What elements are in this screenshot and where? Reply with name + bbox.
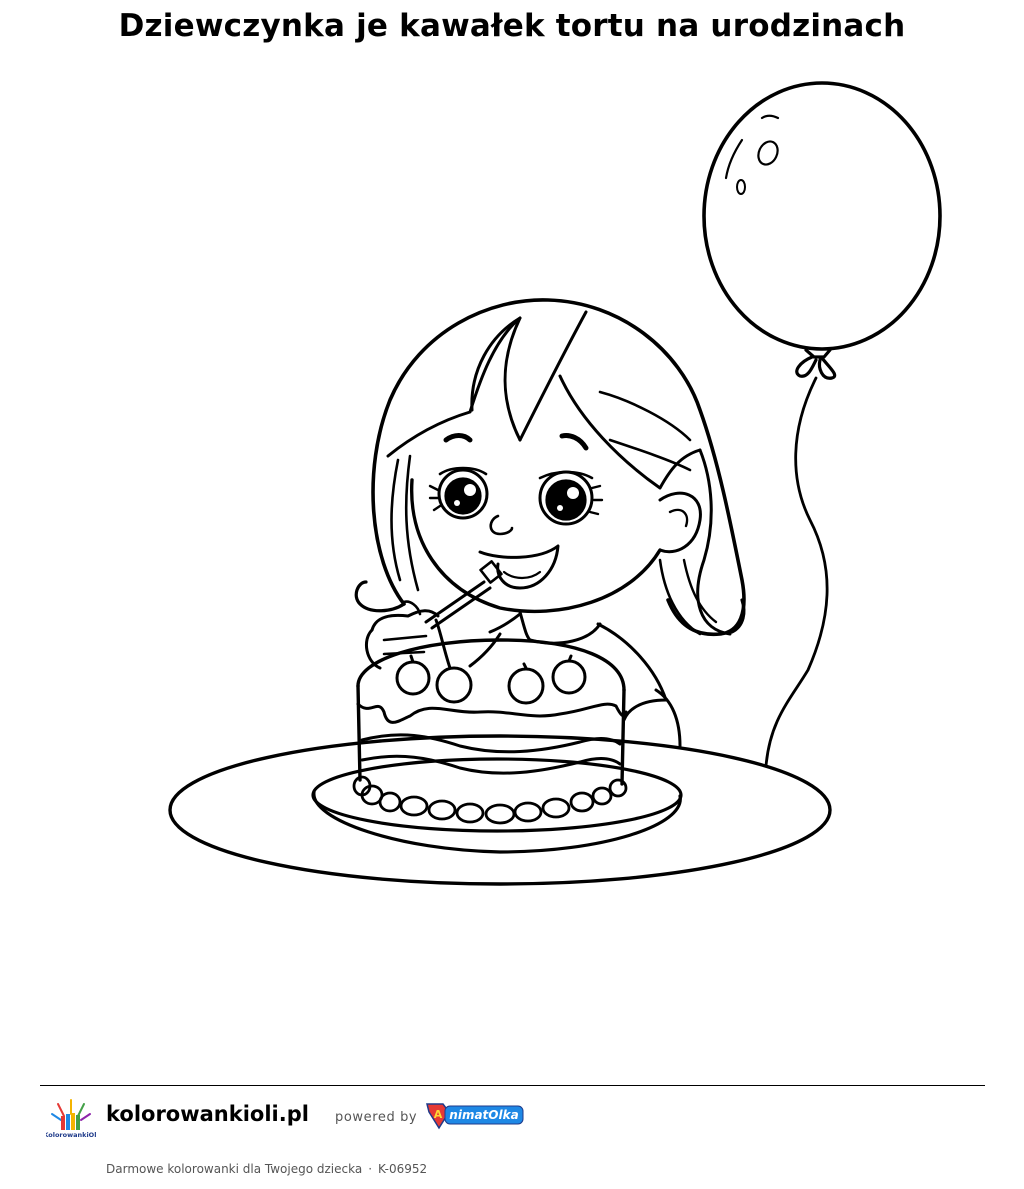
powered-by-label: powered by — [335, 1110, 418, 1125]
cake — [352, 618, 628, 825]
site-name-link[interactable]: kolorowankioli.pl — [106, 1102, 309, 1126]
tagline-text: Darmowe kolorowanki dla Twojego dziecka — [106, 1162, 363, 1176]
coloring-artwork — [168, 81, 942, 886]
girl — [354, 298, 746, 748]
svg-text:A: A — [434, 1108, 443, 1121]
kolorowankioli-logo-icon[interactable]: KolorowankiOli — [46, 1094, 96, 1144]
footer-tagline: Darmowe kolorowanki dla Twojego dziecka ·… — [106, 1162, 427, 1176]
footer-divider — [40, 1085, 985, 1086]
tagline-separator: · — [368, 1162, 373, 1176]
balloon — [702, 81, 942, 768]
footer: KolorowankiOli kolorowankioli.pl powered… — [40, 1090, 985, 1189]
svg-text:KolorowankiOli: KolorowankiOli — [46, 1131, 96, 1139]
page-title: Dziewczynka je kawałek tortu na urodzina… — [118, 8, 906, 44]
svg-text:nimatOlka: nimatOlka — [449, 1108, 518, 1122]
page-code: K-06952 — [378, 1162, 428, 1176]
animatolka-logo-icon[interactable]: A nimatOlka — [425, 1098, 525, 1134]
